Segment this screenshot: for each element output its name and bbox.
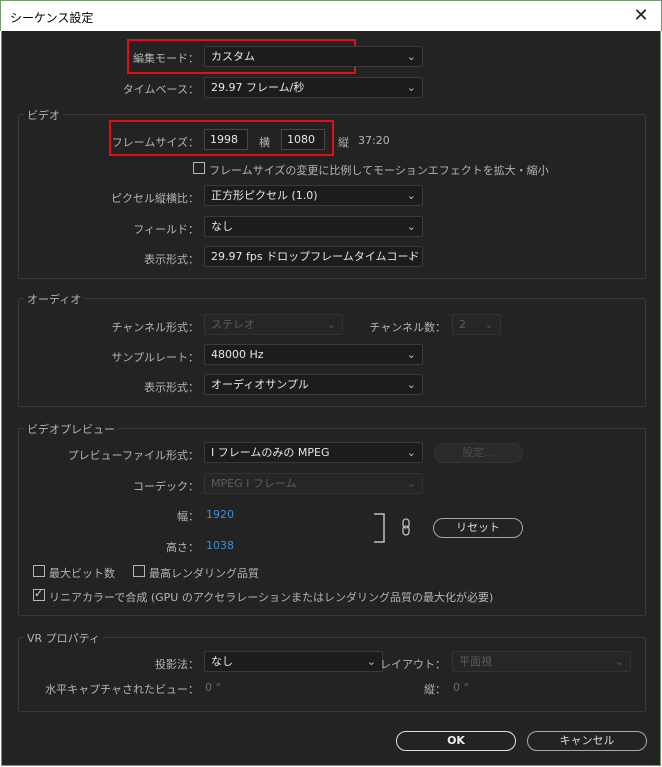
timebase-select[interactable]: 29.97 フレーム/秒 ⌄ — [204, 77, 423, 98]
preview-file-format-select[interactable]: I フレームのみの MPEG ⌄ — [204, 442, 423, 463]
preview-width-value[interactable]: 1920 — [206, 508, 234, 521]
max-render-quality-checkbox[interactable] — [133, 565, 145, 577]
projection-label: 投影法： — [155, 658, 199, 671]
reset-button[interactable]: リセット — [433, 518, 523, 538]
frame-height-input[interactable]: 1080 — [281, 129, 325, 150]
projection-select[interactable]: なし ⌄ — [204, 651, 383, 672]
ok-button[interactable]: OK — [396, 731, 516, 751]
audio-display-format-label: 表示形式： — [144, 381, 199, 394]
link-bracket-icon — [374, 513, 385, 543]
pixel-aspect-label: ピクセル縦横比： — [111, 192, 199, 205]
h-capture-view-value[interactable]: 0 ° — [205, 681, 221, 694]
codec-select[interactable]: MPEG I フレーム ⌄ — [204, 473, 423, 494]
chevron-down-icon: ⌄ — [406, 81, 416, 94]
edit-mode-select[interactable]: カスタム ⌄ — [204, 46, 423, 67]
max-bit-depth-label: 最大ビット数 — [49, 567, 115, 580]
linear-color-checkbox[interactable] — [33, 587, 45, 601]
frame-width-input[interactable]: 1998 — [204, 129, 248, 150]
layout-select[interactable]: 平面視 ⌄ — [452, 651, 631, 672]
height-unit-label: 縦 — [338, 136, 349, 149]
preview-width-label: 幅： — [177, 510, 199, 523]
vr-properties-group — [18, 637, 646, 712]
max-render-quality-label: 最高レンダリング品質 — [149, 567, 259, 580]
vertical-view-label: 縦： — [424, 683, 446, 696]
chevron-down-icon: ⌄ — [406, 50, 416, 63]
channel-format-select[interactable]: ステレオ ⌄ — [204, 314, 343, 335]
h-capture-view-label: 水平キャプチャされたビュー： — [45, 683, 199, 696]
sample-rate-label: サンプルレート： — [111, 351, 199, 364]
chain-link-icon[interactable] — [400, 518, 412, 536]
scale-motion-label: フレームサイズの変更に比例してモーションエフェクトを拡大・縮小 — [209, 164, 549, 177]
audio-group-label: オーディオ — [24, 291, 85, 307]
pixel-aspect-select[interactable]: 正方形ピクセル (1.0) ⌄ — [204, 185, 423, 206]
edit-mode-label: 編集モード： — [133, 52, 199, 65]
video-display-format-label: 表示形式： — [144, 253, 199, 266]
preview-file-format-label: プレビューファイル形式： — [67, 449, 199, 462]
vertical-view-value[interactable]: 0 ° — [453, 681, 469, 694]
chevron-down-icon: ⌄ — [326, 318, 336, 331]
cancel-button[interactable]: キャンセル — [527, 731, 647, 751]
channel-count-select[interactable]: 2 ⌄ — [452, 314, 501, 335]
video-group-label: ビデオ — [24, 107, 63, 123]
dialog-body: 編集モード： カスタム ⌄ タイムベース： 29.97 フレーム/秒 ⌄ ビデオ フ… — [1, 31, 661, 766]
close-icon[interactable]: ✕ — [630, 5, 652, 27]
sample-rate-select[interactable]: 48000 Hz ⌄ — [204, 344, 423, 365]
channel-format-label: チャンネル形式： — [111, 321, 199, 334]
title-bar: シーケンス設定 ✕ — [0, 0, 662, 31]
aspect-ratio-value: 37:20 — [358, 134, 390, 147]
max-bit-depth-checkbox[interactable] — [33, 565, 45, 577]
codec-label: コーデック： — [133, 480, 199, 493]
timebase-label: タイムベース： — [122, 83, 199, 96]
fields-select[interactable]: なし ⌄ — [204, 216, 423, 237]
chevron-down-icon: ⌄ — [406, 250, 416, 263]
chevron-down-icon: ⌄ — [406, 348, 416, 361]
chevron-down-icon: ⌄ — [484, 318, 494, 331]
chevron-down-icon: ⌄ — [366, 655, 376, 668]
preview-height-label: 高さ： — [166, 541, 199, 554]
chevron-down-icon: ⌄ — [614, 655, 624, 668]
linear-color-label: リニアカラーで合成 (GPU のアクセラレーションまたはレンダリング品質の最大化… — [49, 591, 494, 604]
fields-label: フィールド： — [133, 223, 199, 236]
video-display-format-select[interactable]: 29.97 fps ドロップフレームタイムコード ⌄ — [204, 246, 423, 267]
window-title: シーケンス設定 — [10, 11, 94, 25]
chevron-down-icon: ⌄ — [406, 220, 416, 233]
scale-motion-checkbox[interactable] — [193, 162, 205, 174]
audio-display-format-select[interactable]: オーディオサンプル ⌄ — [204, 374, 423, 395]
frame-size-label: フレームサイズ： — [111, 136, 199, 149]
video-preview-group-label: ビデオプレビュー — [24, 421, 118, 437]
vr-properties-group-label: VR プロパティ — [24, 630, 104, 646]
layout-label: レイアウト： — [380, 658, 446, 671]
preview-height-value[interactable]: 1038 — [206, 539, 234, 552]
chevron-down-icon: ⌄ — [406, 477, 416, 490]
width-unit-label: 横 — [259, 136, 270, 149]
chevron-down-icon: ⌄ — [406, 189, 416, 202]
chevron-down-icon: ⌄ — [406, 446, 416, 459]
channel-count-label: チャンネル数： — [369, 321, 446, 334]
preview-settings-button[interactable]: 設定... — [434, 443, 523, 463]
chevron-down-icon: ⌄ — [406, 378, 416, 391]
